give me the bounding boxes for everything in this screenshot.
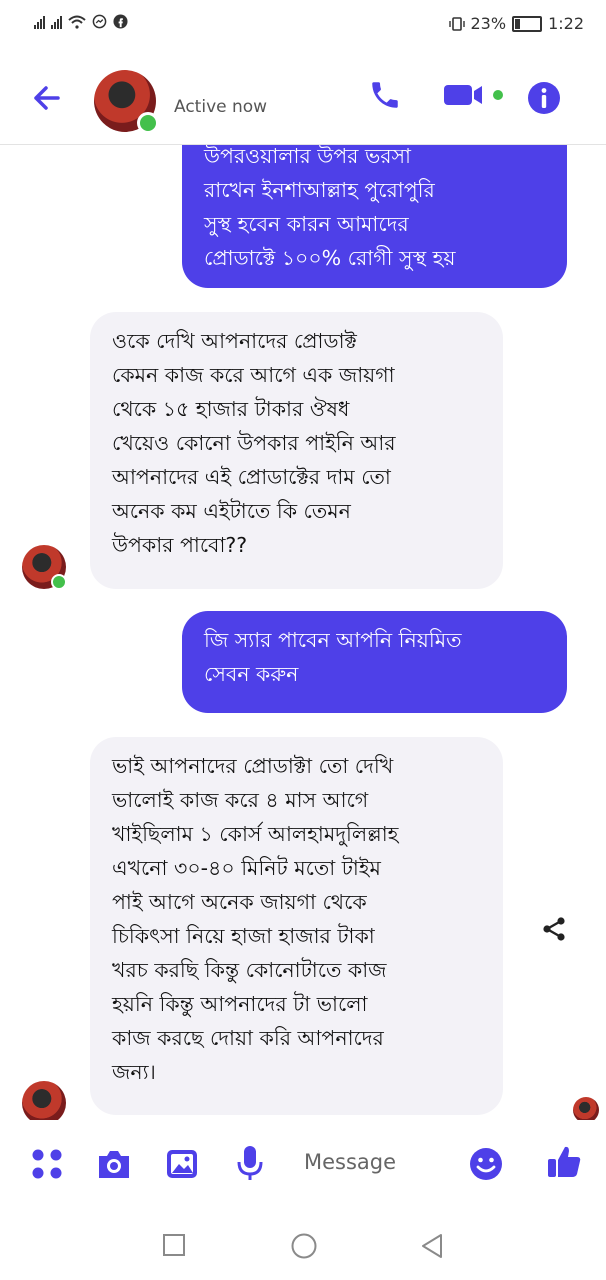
contact-avatar-small [22, 1081, 66, 1120]
status-bar: 23% 1:22 [0, 0, 606, 52]
microphone-icon[interactable] [235, 1144, 265, 1186]
status-right: 23% 1:22 [448, 14, 584, 33]
conversation-header: Active now [0, 52, 606, 145]
info-icon[interactable] [526, 80, 562, 120]
camera-icon[interactable] [95, 1146, 133, 1186]
battery-icon [512, 15, 543, 32]
thumbs-up-icon[interactable] [545, 1143, 583, 1185]
messenger-icon [92, 14, 107, 29]
system-navigation-bar [0, 1210, 606, 1280]
facebook-icon [113, 14, 128, 29]
gallery-icon[interactable] [164, 1146, 200, 1186]
online-indicator [51, 574, 67, 590]
menu-dots-icon[interactable] [30, 1147, 64, 1185]
recent-apps-icon[interactable] [162, 1233, 186, 1261]
read-receipt-avatar [573, 1097, 599, 1120]
message-bubble-outgoing: জি স্যার পাবেন আপনি নিয়মিত সেবন করুন [182, 611, 567, 713]
message-placeholder: Message [304, 1150, 397, 1174]
back-triangle-icon[interactable] [419, 1232, 445, 1264]
phone-icon[interactable] [368, 78, 402, 116]
message-bubble-incoming: ভাই আপনাদের প্রোডাক্টা তো দেখি ভালোই কাজ… [90, 737, 503, 1115]
message-bubble-outgoing: উপরওয়ালার উপর ভরসা রাখেন ইনশাআল্লাহ পুর… [182, 145, 567, 288]
battery-percent: 23% [470, 14, 507, 33]
online-indicator [137, 112, 159, 134]
clock: 1:22 [548, 14, 584, 33]
share-icon[interactable] [540, 915, 568, 947]
home-icon[interactable] [290, 1232, 318, 1264]
active-status: Active now [174, 97, 268, 117]
vibrate-icon [448, 16, 465, 31]
signal-icon [34, 15, 45, 29]
emoji-icon[interactable] [468, 1146, 504, 1186]
signal-icon [51, 15, 62, 29]
message-list: উপরওয়ালার উপর ভরসা রাখেন ইনশাআল্লাহ পুর… [0, 145, 606, 1120]
video-camera-icon[interactable] [442, 82, 506, 112]
arrow-left-icon[interactable] [26, 78, 66, 118]
status-left-icons [34, 14, 128, 29]
wifi-icon [68, 15, 86, 29]
message-bubble-incoming: ওকে দেখি আপনাদের প্রোডাক্ট কেমন কাজ করে … [90, 312, 503, 589]
